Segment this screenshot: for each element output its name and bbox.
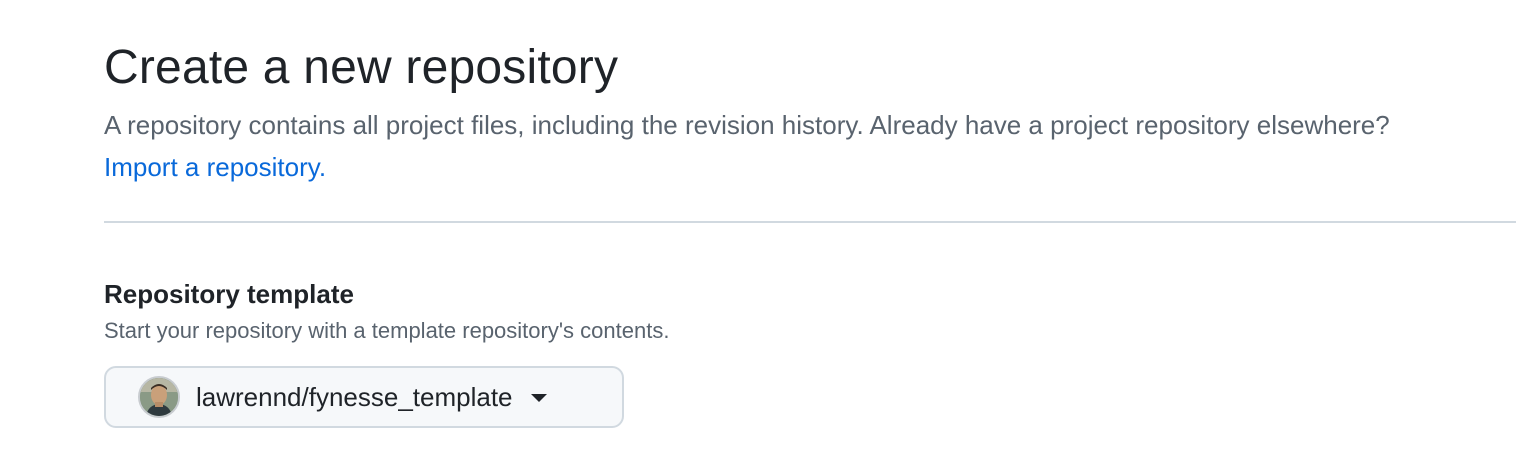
section-divider	[104, 221, 1516, 223]
triangle-down-icon	[530, 394, 547, 402]
import-repository-link[interactable]: Import a repository.	[104, 152, 326, 182]
page-description-text: A repository contains all project files,…	[104, 110, 1390, 140]
selected-template-name: lawrennd/fynesse_template	[196, 381, 513, 412]
user-avatar	[138, 376, 180, 418]
page-title: Create a new repository	[104, 41, 619, 94]
repository-template-heading: Repository template	[104, 279, 354, 309]
repository-template-dropdown[interactable]: lawrennd/fynesse_template	[104, 366, 624, 428]
repository-template-description: Start your repository with a template re…	[104, 318, 670, 343]
page-description: A repository contains all project files,…	[104, 104, 1424, 188]
